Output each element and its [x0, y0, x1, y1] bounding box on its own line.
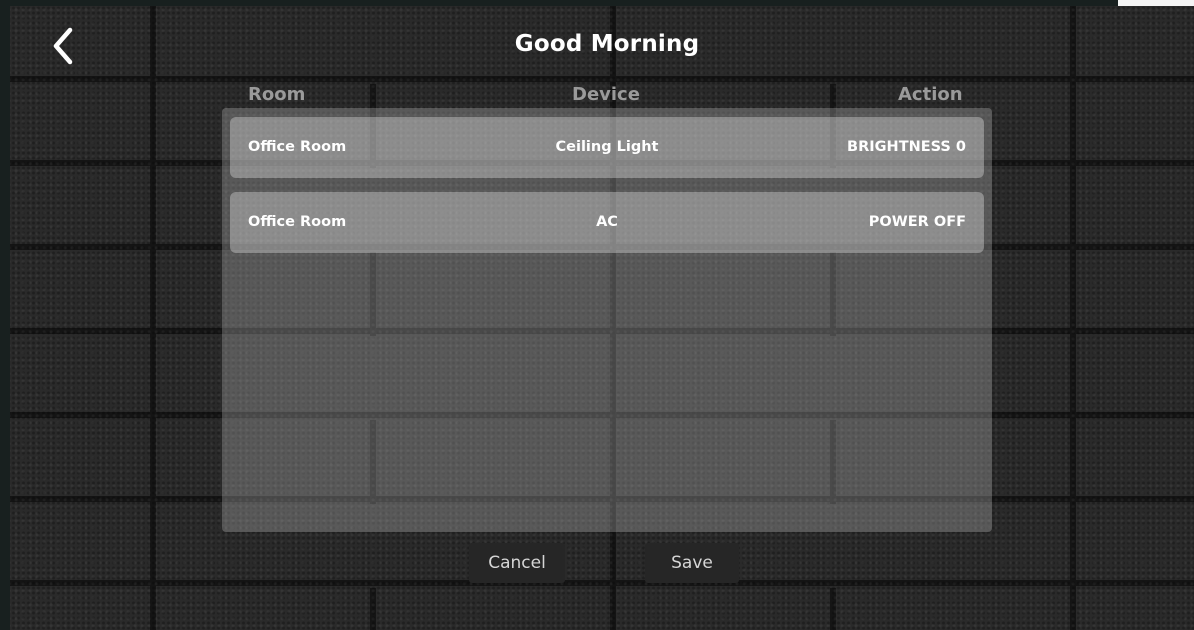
action-row[interactable]: Office Room Ceiling Light BRIGHTNESS 0: [230, 117, 984, 178]
top-right-corner: [1118, 0, 1194, 6]
cancel-button[interactable]: Cancel: [469, 543, 565, 583]
row-action: POWER OFF: [868, 214, 966, 230]
top-edge: [0, 0, 1194, 6]
left-edge: [0, 0, 10, 630]
column-header-device: Device: [572, 84, 640, 105]
save-button[interactable]: Save: [645, 543, 739, 583]
column-header-room: Room: [248, 84, 306, 105]
scene-editor-screen: Good Morning Room Device Action Office R…: [0, 0, 1194, 630]
action-row[interactable]: Office Room AC POWER OFF: [230, 192, 984, 253]
page-title: Good Morning: [514, 31, 700, 57]
row-action: BRIGHTNESS 0: [847, 139, 966, 155]
column-header-action: Action: [898, 84, 963, 105]
